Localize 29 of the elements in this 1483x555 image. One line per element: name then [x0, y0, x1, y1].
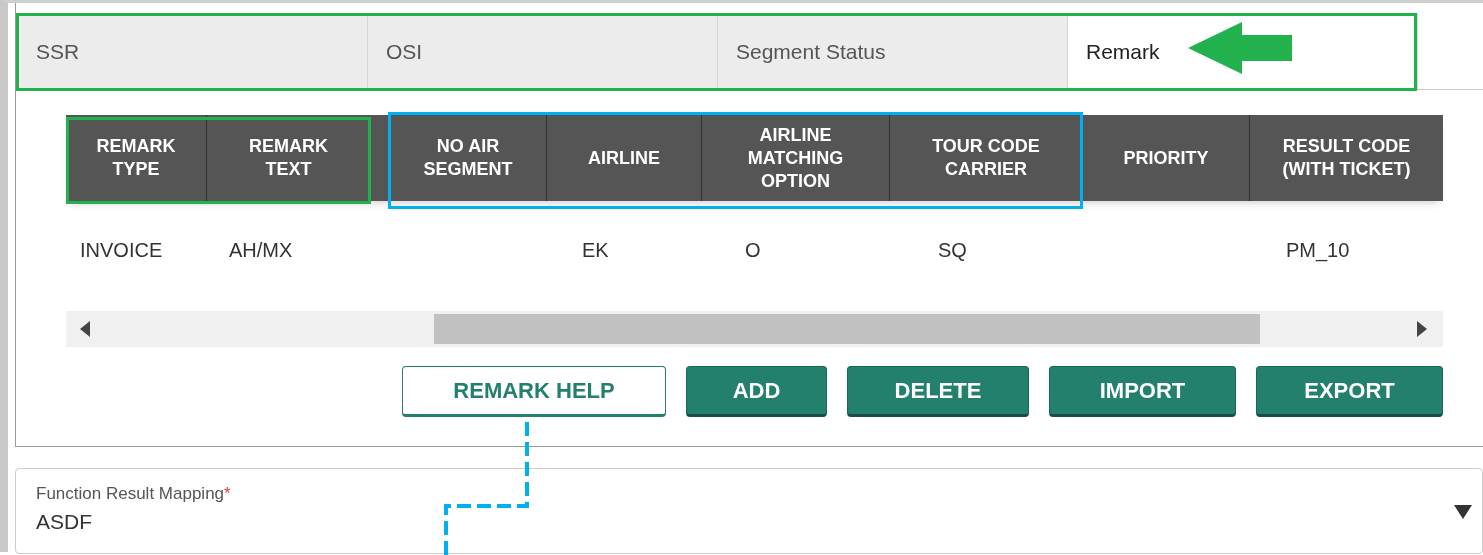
field-label: Function Result Mapping*	[36, 484, 232, 504]
column-header: TOUR CODE CARRIER	[931, 135, 1041, 181]
table-cell: SQ	[938, 238, 967, 261]
column-header: PRIORITY	[1123, 146, 1209, 170]
table-cell: EK	[582, 238, 609, 261]
action-button[interactable]: IMPORT	[1049, 366, 1236, 417]
column-header: AIRLINE	[588, 146, 660, 170]
column-header: NO AIR SEGMENT	[422, 135, 514, 181]
field-value[interactable]: ASDF	[36, 510, 1462, 534]
column-header: REMARK TYPE	[95, 135, 177, 181]
action-button[interactable]: EXPORT	[1256, 366, 1443, 417]
scrollbar[interactable]	[66, 311, 1443, 347]
tab[interactable]: Segment Status	[718, 14, 1068, 89]
table-cell: PM_10	[1286, 238, 1350, 261]
column-header: AIRLINE MATCHING OPTION	[746, 123, 845, 193]
scroll-thumb[interactable]	[434, 314, 1260, 344]
action-button[interactable]: ADD	[686, 366, 827, 417]
column-header: RESULT CODE (WITH TICKET)	[1281, 135, 1412, 181]
tab[interactable]: SSR	[18, 14, 368, 89]
table-cell: INVOICE	[80, 238, 163, 261]
tab[interactable]: OSI	[368, 14, 718, 89]
table-cell: AH/MX	[229, 238, 293, 261]
action-button[interactable]: REMARK HELP	[402, 366, 666, 417]
scroll-right-icon[interactable]	[1417, 321, 1427, 337]
column-header: REMARK TEXT	[248, 135, 329, 181]
dropdown-caret-icon[interactable]	[1454, 505, 1472, 519]
scroll-left-icon[interactable]	[80, 321, 90, 337]
action-button[interactable]: DELETE	[847, 366, 1029, 417]
table-cell: O	[745, 238, 761, 261]
